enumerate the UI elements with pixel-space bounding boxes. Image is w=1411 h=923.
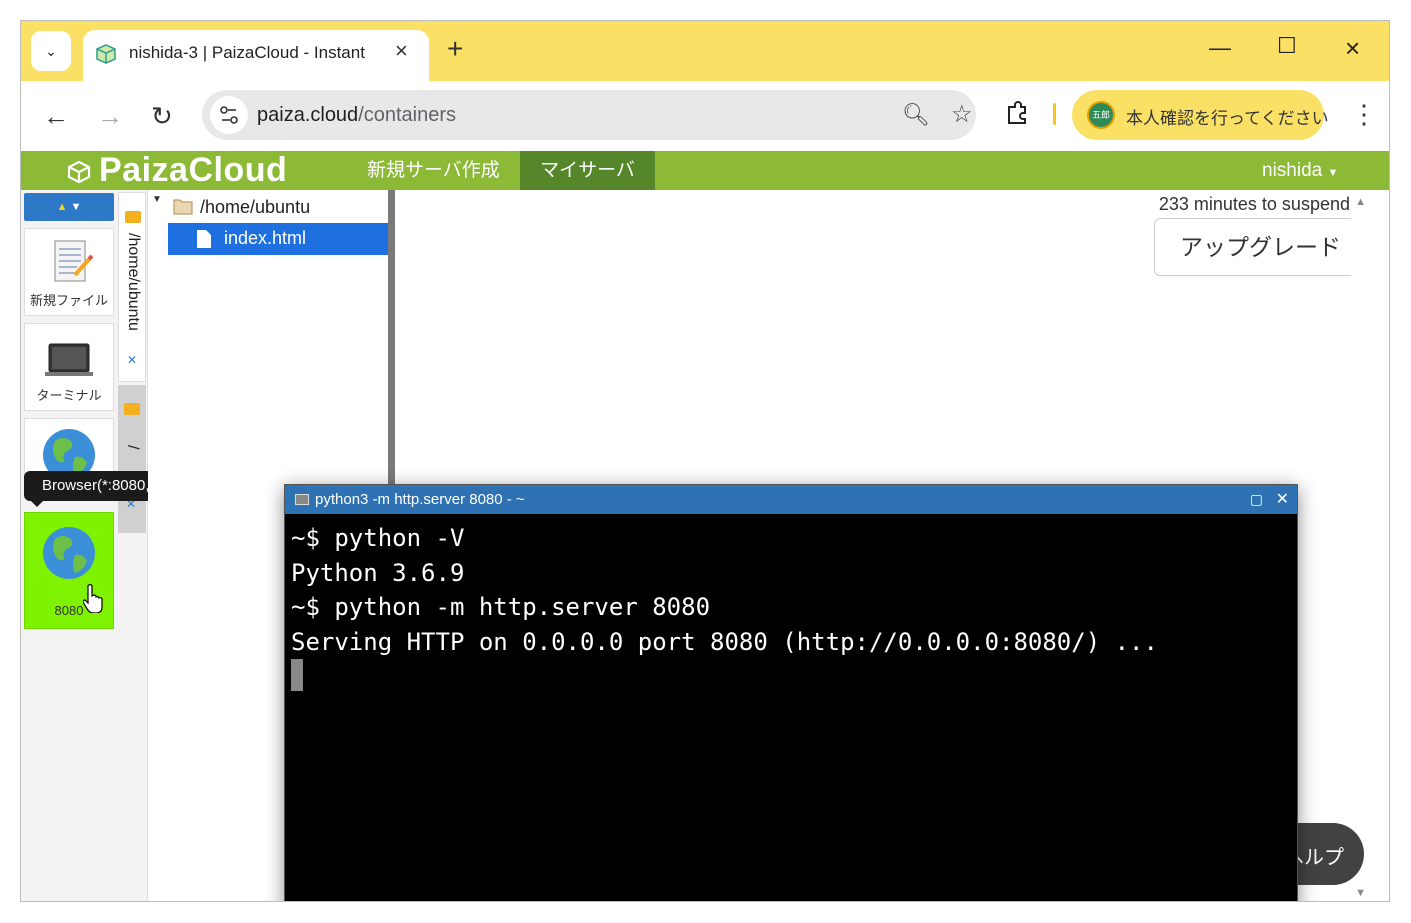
suspend-timer: 233 minutes to suspend <box>1158 194 1350 214</box>
laptop-icon <box>45 343 93 376</box>
file-icon <box>197 230 211 248</box>
scroll-up-icon[interactable]: ▲ <box>1355 196 1366 208</box>
new-file-button[interactable]: 新規ファイル <box>24 228 114 316</box>
zoom-icon[interactable]: 🔍︎ <box>902 102 930 128</box>
terminal-label: ターミナル <box>36 388 102 403</box>
new-tab-icon[interactable]: + <box>447 33 463 65</box>
ide-content: ▲ ▼ 新規ファイル ターミナル 8080 /home/ubuntu ✕ / ✕… <box>21 190 1389 901</box>
tab-active[interactable]: nishida-3 | PaizaCloud - Instant × <box>83 30 429 81</box>
paizacloud-favicon-icon <box>96 44 116 64</box>
nav-my-servers[interactable]: マイサーバ <box>520 151 655 190</box>
new-file-icon <box>54 240 94 282</box>
new-file-label: 新規ファイル <box>29 293 108 308</box>
globe-icon <box>43 527 95 579</box>
terminal-titlebar[interactable]: python3 -m http.server 8080 - ~ ▢ ✕ <box>285 485 1297 514</box>
minimize-icon[interactable]: — <box>1209 35 1231 61</box>
terminal-window[interactable]: python3 -m http.server 8080 - ~ ▢ ✕ ~$ p… <box>284 484 1298 901</box>
back-icon[interactable]: ← <box>43 101 69 132</box>
folder-icon <box>124 403 140 415</box>
paizacloud-logo[interactable]: PaizaCloud <box>67 151 287 190</box>
close-tab-icon[interactable]: ✕ <box>127 353 137 367</box>
sidebar-dropdown-button[interactable]: ▲ ▼ <box>24 193 114 221</box>
profile-button[interactable]: 五郎 本人確認を行ってください <box>1072 90 1329 140</box>
tree-root-folder[interactable]: /home/ubuntu <box>172 196 310 218</box>
maximize-icon[interactable]: ▢ <box>1250 485 1263 514</box>
maximize-icon[interactable]: ☐ <box>1277 33 1297 59</box>
browser-button[interactable] <box>24 418 114 478</box>
tab-title: nishida-3 | PaizaCloud - Instant <box>129 43 365 62</box>
app-header: PaizaCloud 新規サーバ作成 マイサーバ nishida ▼ <box>21 151 1389 190</box>
tab-root-label: / <box>124 445 141 450</box>
tab-search-button[interactable]: ⌄ <box>31 31 71 71</box>
python-icon: ▲ <box>56 201 68 213</box>
toolbar-divider <box>1053 103 1056 125</box>
reload-icon[interactable]: ↻ <box>151 101 173 132</box>
profile-avatar: 五郎 <box>1087 101 1115 129</box>
terminal-icon <box>295 494 309 505</box>
caret-down-icon: ▼ <box>70 201 82 213</box>
page-scrollbar[interactable]: ▲ ▼ <box>1351 190 1371 901</box>
close-icon[interactable]: ✕ <box>1276 485 1289 514</box>
user-menu[interactable]: nishida ▼ <box>1262 151 1338 190</box>
terminal-line: Serving HTTP on 0.0.0.0 port 8080 (http:… <box>291 627 1158 656</box>
tooltip-arrow <box>31 501 43 507</box>
cube-logo-icon <box>67 160 91 184</box>
tree-file-index-html[interactable]: index.html <box>168 223 388 255</box>
terminal-cursor <box>291 659 303 691</box>
terminal-output[interactable]: ~$ python -V Python 3.6.9 ~$ python -m htt… <box>291 521 1291 901</box>
close-window-icon[interactable]: × <box>1345 33 1360 64</box>
bookmark-star-icon[interactable]: ☆ <box>951 100 973 129</box>
profile-label: 本人確認を行ってください <box>1126 109 1329 128</box>
tree-expand-icon[interactable]: ▼ <box>152 194 162 205</box>
nav-new-server[interactable]: 新規サーバ作成 <box>367 151 500 190</box>
folder-open-icon <box>173 199 193 215</box>
tab-close-icon[interactable]: × <box>395 38 408 64</box>
extensions-icon[interactable] <box>1003 99 1031 127</box>
browser-toolbar: ← → ↻ paiza.cloud/containers 🔍︎ ☆ 五郎 本人確… <box>21 81 1389 152</box>
chevron-down-icon: ⌄ <box>45 42 57 59</box>
folder-icon <box>125 211 141 223</box>
url-text: paiza.cloud/containers <box>257 104 457 126</box>
browser-menu-icon[interactable]: ⋮ <box>1351 99 1377 130</box>
browser-8080-button[interactable]: 8080 <box>24 512 114 629</box>
forward-icon[interactable]: → <box>97 101 123 132</box>
caret-down-icon: ▼ <box>1327 167 1339 179</box>
tab-home-ubuntu-label: /home/ubuntu <box>125 233 142 331</box>
upgrade-button[interactable]: アップグレード <box>1154 218 1367 276</box>
app-sidebar: ▲ ▼ 新規ファイル ターミナル 8080 /home/ubuntu ✕ / ✕… <box>21 190 230 901</box>
address-bar[interactable]: paiza.cloud/containers 🔍︎ ☆ <box>202 90 976 140</box>
terminal-title: python3 -m http.server 8080 - ~ <box>315 491 525 508</box>
tab-root[interactable]: / ✕ <box>118 385 146 533</box>
scroll-down-icon[interactable]: ▼ <box>1355 887 1366 899</box>
browser-window: ⌄ nishida-3 | PaizaCloud - Instant × + —… <box>20 20 1390 902</box>
terminal-line: ~$ python -m http.server 8080 <box>291 593 711 621</box>
site-info-icon[interactable] <box>210 96 248 134</box>
terminal-line: ~$ python -V <box>291 524 465 552</box>
terminal-button[interactable]: ターミナル <box>24 323 114 411</box>
tab-strip: ⌄ nishida-3 | PaizaCloud - Instant × + —… <box>21 21 1389 81</box>
hand-cursor-icon <box>83 584 103 613</box>
terminal-line: Python 3.6.9 <box>291 558 465 587</box>
tab-home-ubuntu[interactable]: /home/ubuntu ✕ <box>118 192 146 382</box>
